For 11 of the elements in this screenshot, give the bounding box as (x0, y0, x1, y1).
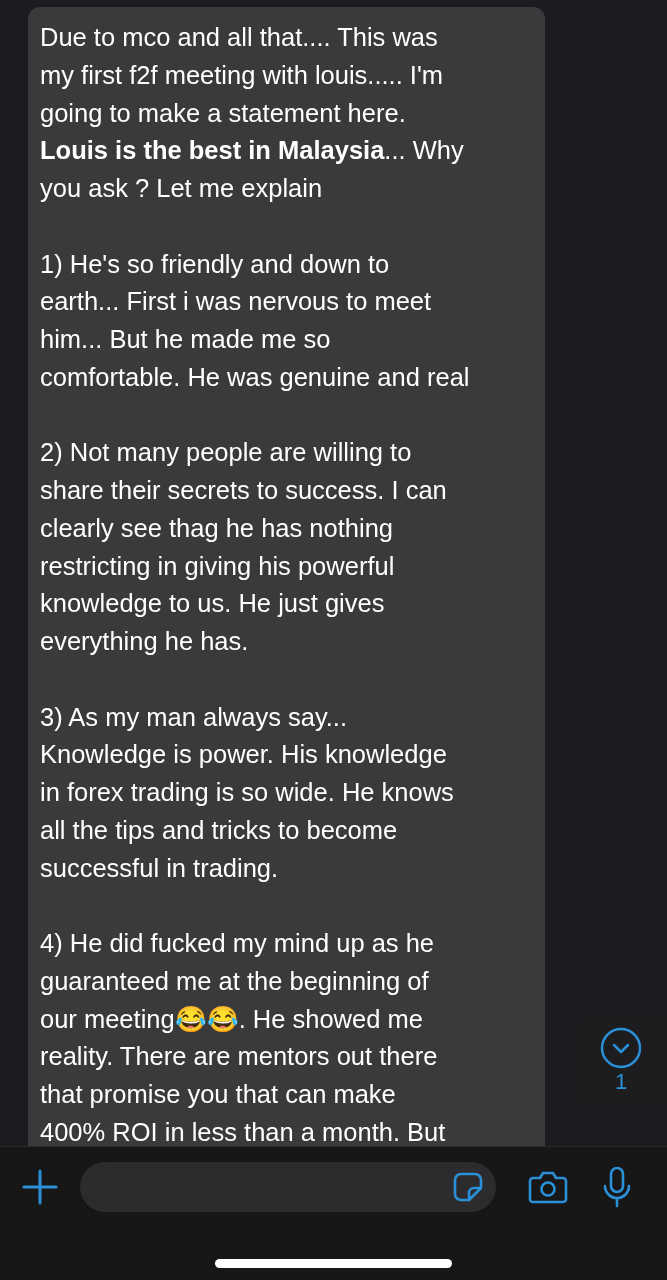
camera-icon[interactable] (528, 1170, 568, 1204)
message-paragraph: Due to mco and all that.... This was my first f2f meeting with louis..... I'm going to make a statement here. Louis is the best in Malaysia... Why you ask ? Let me explain (40, 22, 465, 204)
plus-icon[interactable] (22, 1169, 58, 1205)
chevron-down-icon (600, 1027, 642, 1069)
message-paragraph: 1) He's so friendly and down to earth... First i was nervous to meet him... But he made me so comfortable. He was genuine and real (40, 248, 471, 393)
message-input-field[interactable] (80, 1162, 496, 1212)
microphone-icon[interactable] (602, 1166, 632, 1208)
message-paragraph: 3) As my man always say... Knowledge is power. His knowledge in forex trading is so wide. He knows all the tips and tricks to become successful in trading. (40, 701, 455, 884)
sticker-icon[interactable] (452, 1171, 484, 1203)
message-paragraph: 4) He did fucked my mind up as he guaranteed me at the beginning of our meeting😂😂. He showed me reality. There are mentors out there that promise you that can make 400% ROI in less than a month. But (40, 928, 447, 1146)
message-paragraph: 2) Not many people are willing to share their secrets to success. I can clearly see thag he has nothing restricting in giving his powerful knowledge to us. He just gives everything he has. (40, 437, 448, 657)
